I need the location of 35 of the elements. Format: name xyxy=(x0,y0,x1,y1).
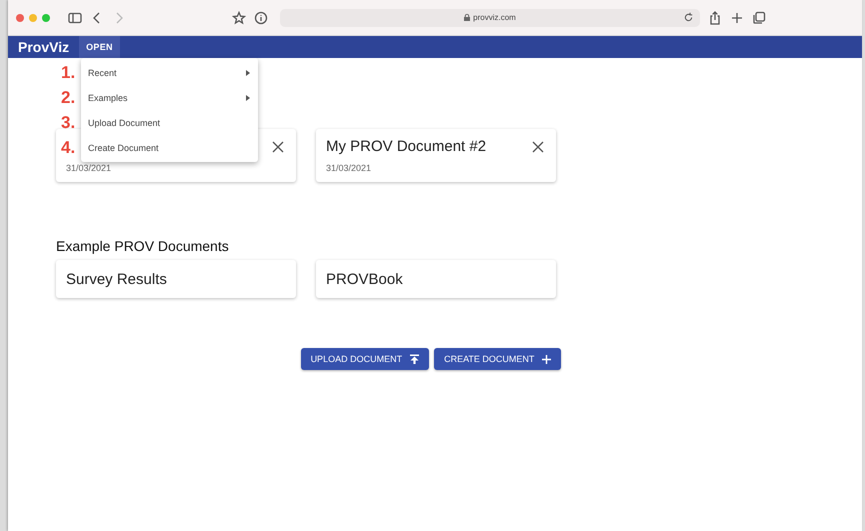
step-number: 1. xyxy=(61,63,76,84)
info-icon[interactable] xyxy=(254,10,268,24)
menu-item[interactable]: Examples xyxy=(81,85,258,110)
step-number: 2. xyxy=(61,88,76,109)
tabs-icon[interactable] xyxy=(752,10,766,24)
upload-button[interactable]: UPLOAD DOCUMENT xyxy=(300,348,430,370)
step-number: 4. xyxy=(61,138,76,159)
reload-icon[interactable] xyxy=(683,12,694,22)
create-button[interactable]: CREATE DOCUMENT xyxy=(434,348,562,370)
plus-icon xyxy=(542,354,552,364)
upload-icon xyxy=(410,354,420,364)
lock-icon xyxy=(464,14,470,21)
app-title: ProvViz xyxy=(17,38,70,57)
document-date: 31/03/2021 xyxy=(66,163,112,173)
menu-item[interactable]: Upload Document xyxy=(81,110,258,135)
section-heading: Example PROV Documents xyxy=(56,238,230,254)
document-date: 31/03/2021 xyxy=(326,163,372,173)
menu-item[interactable]: Create Document xyxy=(81,135,258,160)
star-icon[interactable] xyxy=(232,10,246,24)
close-window-button[interactable] xyxy=(16,14,24,22)
close-icon[interactable] xyxy=(532,141,544,153)
sidebar-icon[interactable] xyxy=(68,10,82,24)
close-icon[interactable] xyxy=(272,141,284,153)
document-card[interactable]: My PROV Document #2 31/03/2021 xyxy=(316,129,556,182)
address-field[interactable]: provviz.com xyxy=(280,8,700,26)
menu-item[interactable]: Recent xyxy=(81,60,258,85)
submenu-arrow-icon xyxy=(246,94,250,100)
document-title: My PROV Document #2 xyxy=(326,138,486,155)
example-card[interactable]: PROVBook xyxy=(316,260,556,298)
submenu-arrow-icon xyxy=(246,70,250,76)
plus-icon[interactable] xyxy=(730,10,744,24)
share-icon[interactable] xyxy=(708,10,722,24)
open-menu-button[interactable]: OPEN xyxy=(79,36,120,58)
example-card[interactable]: Survey Results xyxy=(56,260,296,298)
step-number: 3. xyxy=(61,113,76,134)
